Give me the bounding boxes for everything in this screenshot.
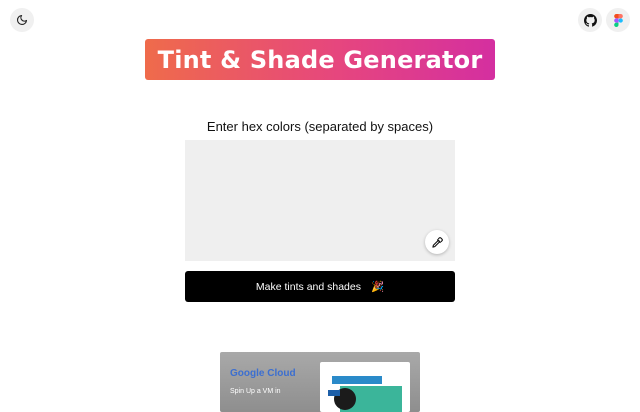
figma-icon (613, 13, 623, 27)
make-button-label: Make tints and shades (255, 280, 361, 293)
figma-link-button[interactable] (606, 8, 630, 32)
github-icon (583, 13, 597, 27)
hex-colors-input[interactable] (185, 140, 455, 261)
github-link-button[interactable] (578, 8, 602, 32)
party-popper-icon: 🎉 (370, 281, 385, 293)
eyedropper-icon (431, 236, 443, 248)
ad-logo: Google Cloud (230, 368, 296, 379)
theme-toggle-button[interactable] (10, 8, 34, 32)
eyedropper-button[interactable] (425, 230, 449, 254)
ad-logo-text: Google Cloud (230, 368, 296, 379)
ad-illustration (320, 362, 410, 412)
make-tints-shades-button[interactable]: Make tints and shades 🎉 (185, 271, 455, 302)
title-banner: Tint & Shade Generator (145, 39, 495, 80)
sponsor-ad[interactable]: Google Cloud Spin Up a VM in (220, 352, 420, 412)
ad-tagline: Spin Up a VM in (230, 388, 281, 395)
moon-icon (16, 14, 28, 26)
page-title: Tint & Shade Generator (157, 45, 483, 74)
hex-input-label: Enter hex colors (separated by spaces) (206, 119, 434, 134)
